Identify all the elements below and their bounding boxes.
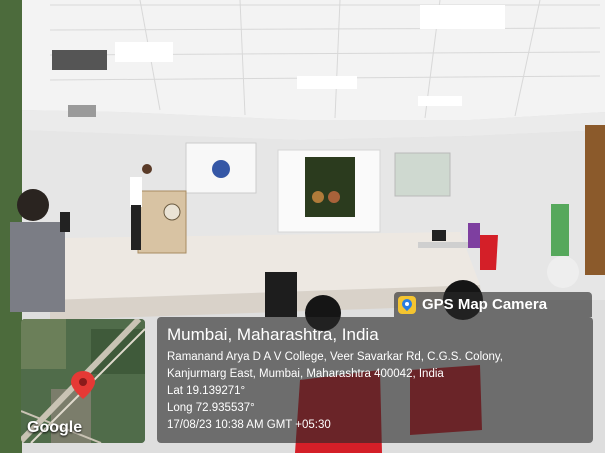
desk [418,242,476,248]
map-pin-icon [398,295,416,314]
map-thumbnail: Google [21,319,145,443]
address-line: Kanjurmarg East, Mumbai, Maharashtra 400… [167,368,444,380]
ceiling [20,0,605,120]
speaker-shirt [130,177,142,207]
longitude: Long 72.935537° [167,402,255,414]
ac-vent [52,50,107,70]
window [394,152,451,197]
audience-head [547,256,579,288]
laptop [432,230,446,241]
address-line: Ramanand Arya D A V College, Veer Savark… [167,351,504,363]
podium-emblem [163,203,181,221]
gps-camera-badge: GPS Map Camera [394,292,592,317]
speaker-head [142,164,152,174]
door [585,125,605,275]
college-emblem [212,160,230,178]
phone [60,212,70,232]
latitude: Lat 19.139271° [167,385,246,397]
ac-vent [68,105,96,117]
location-title: Mumbai, Maharashtra, India [167,325,379,344]
red-chair [480,235,498,270]
photo-frame: GPS Map Camera Google Mumbai, Maharashtr… [0,0,605,453]
ceiling-light [297,76,357,89]
seated-person [468,223,480,248]
podium [137,190,187,254]
timestamp: 17/08/23 10:38 AM GMT +05:30 [167,419,331,431]
ceiling-light [420,5,505,29]
ceiling-light [115,42,173,62]
standing-woman [551,204,569,256]
speaker-trousers [131,205,141,250]
projected-slide [305,157,355,217]
location-info-panel: Mumbai, Maharashtra, India Ramanand Arya… [157,317,593,443]
audience-head [17,189,49,221]
google-logo: Google [27,419,83,436]
badge-label: GPS Map Camera [422,296,548,313]
loudspeaker [265,272,297,317]
slide-image [328,191,340,203]
ceiling-light [418,96,462,106]
audience-member [10,222,65,312]
slide-image [312,191,324,203]
